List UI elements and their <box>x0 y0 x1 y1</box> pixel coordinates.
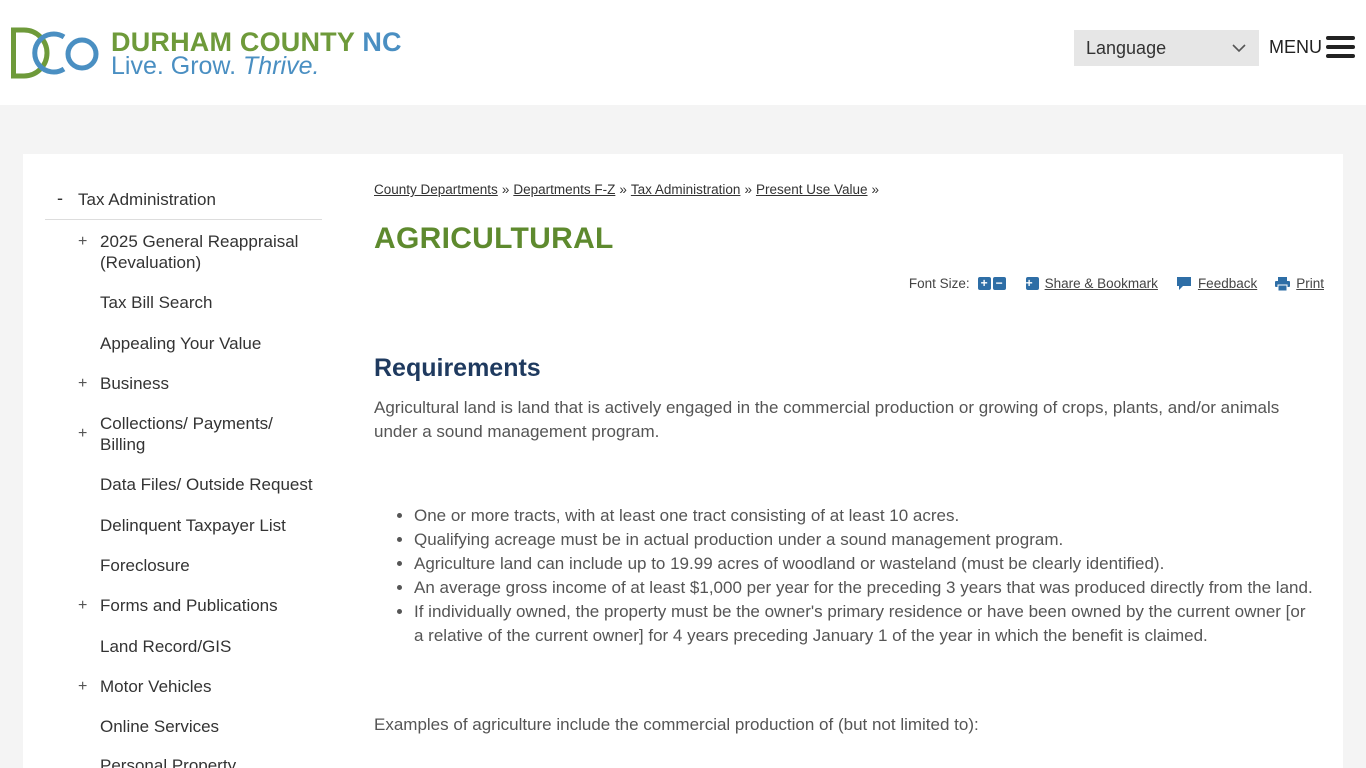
sidebar-nav: - Tax Administration + 2025 General Reap… <box>45 182 322 768</box>
sidebar-item-label: Online Services <box>100 717 220 736</box>
sidebar-item-label: Land Record/GIS <box>100 637 232 656</box>
examples-paragraph: Examples of agriculture include the comm… <box>374 715 979 734</box>
sidebar-item-label: Delinquent Taxpayer List <box>100 516 286 535</box>
breadcrumb-link[interactable]: Tax Administration <box>631 182 741 197</box>
list-item: If individually owned, the property must… <box>414 600 1314 648</box>
list-item: An average gross income of at least $1,0… <box>414 576 1314 600</box>
site-header: DURHAM COUNTY NC Live. Grow. Thrive. Lan… <box>0 0 1366 105</box>
sidebar-item-label: Data Files/ Outside Request <box>100 475 313 494</box>
section-heading: Requirements <box>374 354 541 382</box>
page-title: AGRICULTURAL <box>374 222 614 255</box>
content-card: - Tax Administration + 2025 General Reap… <box>23 154 1343 768</box>
sidebar-item-label: Tax Administration <box>78 190 216 209</box>
breadcrumb-link[interactable]: Departments F-Z <box>513 182 615 197</box>
hamburger-icon <box>1326 36 1355 58</box>
list-item: Qualifying acreage must be in actual pro… <box>414 528 1314 552</box>
expand-icon[interactable]: + <box>78 423 87 444</box>
language-select[interactable]: Language <box>1074 30 1259 66</box>
list-item: Agriculture land can include up to 19.99… <box>414 552 1314 576</box>
intro-paragraph: Agricultural land is land that is active… <box>374 398 1280 441</box>
expand-icon[interactable]: + <box>78 676 87 697</box>
sidebar-item-label: 2025 General Reappraisal (Revaluation) <box>100 232 299 272</box>
feedback-link[interactable]: Feedback <box>1198 276 1257 291</box>
sidebar-item-label: Foreclosure <box>100 556 190 575</box>
breadcrumb: County Departments» Departments F-Z» Tax A… <box>374 182 880 197</box>
sidebar-item-label: Business <box>100 374 169 393</box>
printer-icon <box>1275 276 1291 291</box>
sidebar-item-general-reappraisal[interactable]: + 2025 General Reappraisal (Revaluation) <box>45 231 322 273</box>
requirements-list: One or more tracts, with at least one tr… <box>414 504 1314 648</box>
language-label: Language <box>1086 38 1167 58</box>
sidebar-item-tax-administration[interactable]: - Tax Administration <box>45 182 322 220</box>
sidebar-item-label: Collections/ Payments/ Billing <box>100 414 273 454</box>
menu-label: MENU <box>1269 37 1322 57</box>
print-link[interactable]: Print <box>1296 276 1324 291</box>
sidebar-item-label: Tax Bill Search <box>100 293 213 312</box>
sidebar-item-label: Forms and Publications <box>100 596 278 615</box>
sidebar-item-label: Motor Vehicles <box>100 677 212 696</box>
logo-tagline: Live. Grow. Thrive. <box>111 52 320 80</box>
print-button[interactable]: Print <box>1275 276 1324 291</box>
font-increase-icon[interactable]: + <box>977 277 991 290</box>
share-bookmark-link[interactable]: Share & Bookmark <box>1045 276 1158 291</box>
plus-square-icon: + <box>1025 277 1039 290</box>
sidebar-item-label: Appealing Your Value <box>100 334 262 353</box>
collapse-icon[interactable]: - <box>57 188 63 209</box>
expand-icon[interactable]: + <box>78 373 87 394</box>
list-item: One or more tracts, with at least one tr… <box>414 504 1314 528</box>
dco-logo-mark-icon <box>11 27 99 79</box>
expand-icon[interactable]: + <box>78 595 87 616</box>
chevron-down-icon <box>1232 44 1246 53</box>
sidebar-item-collections[interactable]: + Collections/ Payments/ Billing <box>45 413 322 455</box>
page-tools: Font Size: + − + Share & Bookmark Feedba… <box>909 276 1324 291</box>
feedback-button[interactable]: Feedback <box>1176 276 1257 291</box>
font-decrease-icon[interactable]: − <box>992 277 1006 290</box>
expand-icon[interactable]: + <box>78 231 87 252</box>
breadcrumb-link[interactable]: County Departments <box>374 182 498 197</box>
share-bookmark-button[interactable]: + Share & Bookmark <box>1025 276 1158 291</box>
breadcrumb-link[interactable]: Present Use Value <box>756 182 868 197</box>
county-logo[interactable]: DURHAM COUNTY NC Live. Grow. Thrive. <box>10 27 402 83</box>
font-size-label: Font Size: <box>908 276 970 291</box>
speech-bubble-icon <box>1176 277 1191 290</box>
sidebar-item-label: Personal Property <box>100 756 237 768</box>
